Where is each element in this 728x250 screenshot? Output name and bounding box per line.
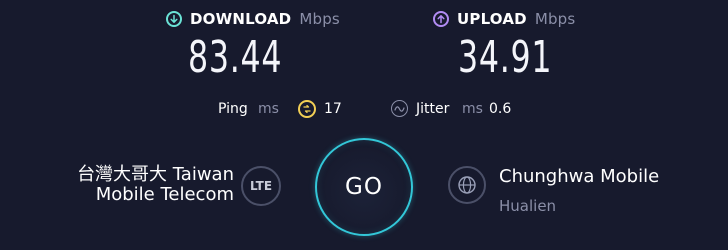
server-location: Hualien: [499, 197, 557, 215]
download-header: DOWNLOAD Mbps: [166, 10, 340, 28]
arrow-down-circle-icon: [166, 11, 182, 27]
download-speed-value: 83.44: [188, 32, 283, 83]
latency-row: Ping ms 17 Jitter ms 0.6: [0, 99, 728, 121]
download-metric: DOWNLOAD Mbps 83.44: [166, 10, 340, 90]
upload-unit: Mbps: [534, 10, 576, 28]
upload-speed-value: 34.91: [458, 32, 553, 83]
globe-icon[interactable]: [448, 166, 486, 204]
jitter-wave-icon: [391, 100, 408, 117]
isp-name-line1: 台灣大哥大 Taiwan: [77, 164, 234, 185]
download-unit: Mbps: [299, 10, 340, 28]
upload-header: UPLOAD Mbps: [433, 10, 575, 28]
ping-unit: ms: [258, 101, 279, 117]
arrow-up-circle-icon: [433, 11, 449, 27]
ping-idle-icon: [298, 100, 316, 118]
download-label: DOWNLOAD: [190, 10, 292, 28]
ping-label: Ping: [218, 101, 248, 117]
upload-metric: UPLOAD Mbps 34.91: [433, 10, 575, 90]
jitter-value: 0.6: [489, 101, 512, 117]
upload-label: UPLOAD: [457, 10, 527, 28]
go-button[interactable]: GO: [315, 138, 413, 236]
isp-name: 台灣大哥大 Taiwan Mobile Telecom: [77, 165, 234, 205]
ping-value: 17: [324, 101, 342, 117]
jitter-label: Jitter: [416, 101, 450, 117]
jitter-unit: ms: [462, 101, 483, 117]
connection-type-badge: LTE: [241, 166, 281, 206]
isp-name-line2: Mobile Telecom: [95, 184, 234, 205]
server-name[interactable]: Chunghwa Mobile: [499, 166, 659, 187]
speedtest-results-panel: DOWNLOAD Mbps 83.44 UPLOAD Mbps 34.91 Pi…: [0, 0, 728, 250]
